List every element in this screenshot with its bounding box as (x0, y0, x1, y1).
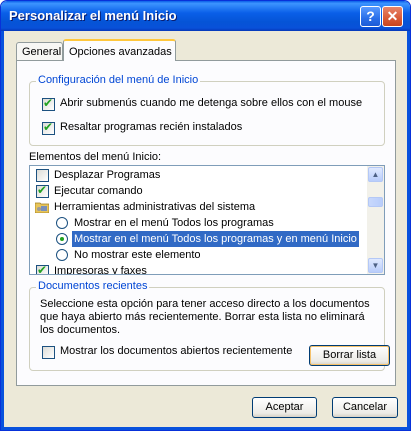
close-icon: ✕ (386, 8, 399, 24)
recent-description: Seleccione esta opción para tener acceso… (40, 298, 370, 336)
list-item: No mostrar este elemento (74, 249, 201, 261)
highlight-new-programs-label: Resaltar programas recién instalados (60, 121, 243, 133)
tab-advanced-options-label: Opciones avanzadas (69, 46, 172, 58)
scroll-programs-checkbox[interactable] (36, 169, 49, 182)
run-command-checkbox[interactable] (36, 183, 49, 198)
open-submenus-label: Abrir submenús cuando me detenga sobre e… (60, 97, 363, 109)
chevron-down-icon: ▼ (371, 261, 380, 270)
list-item: Ejecutar comando (54, 185, 143, 197)
clear-list-button[interactable]: Borrar lista (309, 345, 390, 366)
list-item: Mostrar en el menú Todos los programas (74, 217, 274, 229)
cancel-button[interactable]: Cancelar (332, 397, 398, 418)
help-button[interactable]: ? (360, 6, 381, 27)
list-item-selected: Mostrar en el menú Todos los programas y… (72, 231, 359, 247)
chevron-up-icon: ▲ (371, 170, 380, 179)
window-title: Personalizar el menú Inicio (9, 8, 177, 23)
scroll-down-button[interactable]: ▼ (368, 258, 383, 273)
start-menu-items-list[interactable]: Desplazar Programas Ejecutar comando Her… (29, 165, 385, 275)
show-in-all-programs-and-start-radio[interactable] (56, 233, 68, 245)
title-bar[interactable]: Personalizar el menú Inicio ? ✕ (1, 1, 410, 31)
list-item: Desplazar Programas (54, 169, 161, 181)
tab-general-label: General (22, 46, 62, 58)
admin-tools-icon (35, 202, 49, 213)
list-item: Herramientas administrativas del sistema (54, 201, 256, 213)
recent-documents-group: Documentos recientes Seleccione esta opc… (29, 280, 390, 371)
show-recent-documents-label: Mostrar los documentos abiertos reciente… (60, 345, 293, 357)
window-frame-left (1, 31, 4, 430)
list-scrollbar[interactable]: ▲ ▼ (367, 166, 384, 274)
tab-general[interactable]: General (16, 42, 63, 60)
printers-faxes-checkbox[interactable] (36, 263, 49, 274)
start-menu-config-group: Configuración del menú de Inicio Abrir s… (29, 74, 385, 146)
show-in-all-programs-radio[interactable] (56, 217, 68, 229)
do-not-show-radio[interactable] (56, 249, 68, 261)
tab-panel: Configuración del menú de Inicio Abrir s… (16, 60, 396, 386)
scroll-thumb[interactable] (368, 197, 383, 207)
open-submenus-checkbox[interactable] (42, 96, 55, 111)
highlight-new-programs-checkbox[interactable] (42, 120, 55, 135)
list-item: Impresoras y faxes (54, 265, 147, 275)
scroll-up-button[interactable]: ▲ (368, 167, 383, 182)
window-frame-bottom (1, 427, 410, 430)
ok-button[interactable]: Aceptar (252, 397, 317, 418)
recent-group-legend: Documentos recientes (36, 280, 150, 292)
help-icon: ? (366, 8, 375, 24)
window-frame-right (407, 31, 410, 430)
show-recent-documents-checkbox[interactable] (42, 346, 55, 359)
dialog-window: Personalizar el menú Inicio ? ✕ General … (0, 0, 411, 431)
config-group-legend: Configuración del menú de Inicio (36, 74, 201, 86)
tab-advanced-options[interactable]: Opciones avanzadas (63, 39, 176, 61)
start-menu-items-label: Elementos del menú Inicio: (29, 151, 162, 163)
close-button[interactable]: ✕ (382, 6, 403, 27)
